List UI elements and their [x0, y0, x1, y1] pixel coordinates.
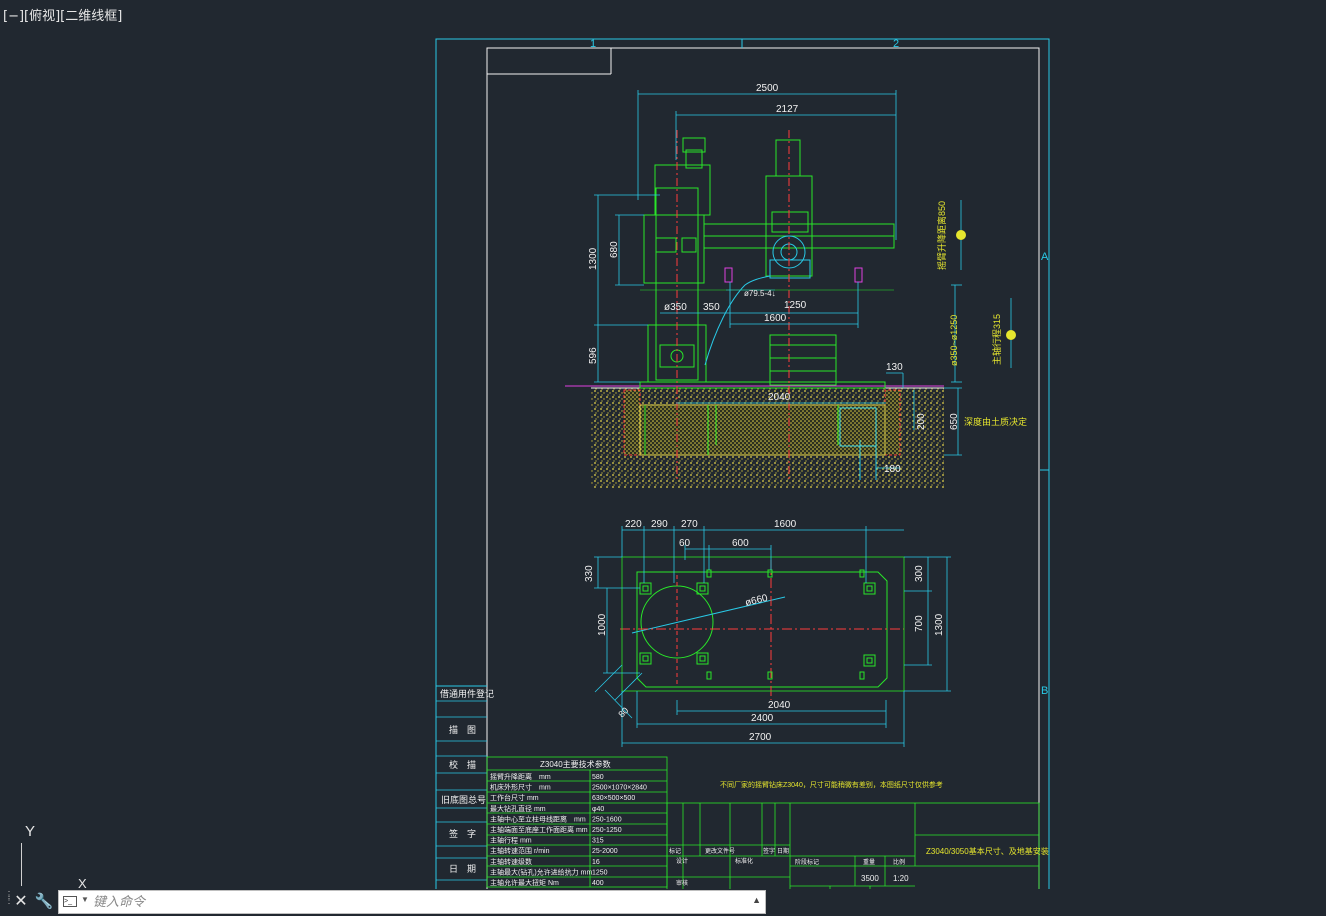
- param-name: 主轴转速级数: [490, 857, 532, 866]
- ucs-y-label: Y: [25, 823, 36, 840]
- dim-1000: 1000: [597, 613, 608, 636]
- dim-1250: 1250: [784, 300, 807, 311]
- note-travel: 主轴行程315: [991, 314, 1002, 365]
- ucs-y-axis: [21, 843, 22, 886]
- tb-scale: 1:20: [893, 874, 909, 883]
- param-value: φ40: [592, 806, 604, 813]
- dim-1300: 1300: [588, 247, 599, 270]
- param-name: 机床外形尺寸 mm: [490, 783, 551, 792]
- tb-biaoji: 标记: [669, 847, 681, 855]
- dim-350: 350: [703, 302, 720, 313]
- dim-680: 680: [609, 241, 620, 258]
- sidebar-label-6: 日 期: [449, 864, 476, 874]
- tb-fenqu: 更改文件号: [705, 847, 735, 855]
- param-name: 摇臂升降距离 mm: [490, 772, 551, 781]
- command-input[interactable]: [93, 892, 733, 912]
- dim-200: 200: [916, 413, 927, 430]
- dim-60: 60: [679, 538, 691, 549]
- dim-220: 220: [625, 519, 642, 530]
- sidebar-label-5: 签 字: [449, 828, 476, 839]
- tb-jieduan: 阶段标记: [795, 858, 819, 866]
- param-name: 主轴最大(钻孔)允许进给抗力 mm: [490, 867, 592, 876]
- param-value: 1250: [592, 869, 608, 876]
- dim-290: 290: [651, 519, 668, 530]
- param-value: 25-2000: [592, 848, 618, 855]
- param-name: 工作台尺寸 mm: [490, 793, 539, 802]
- tb-biaozhunhua: 标准化: [735, 857, 753, 865]
- dim-700: 700: [914, 615, 925, 632]
- param-value: 250-1250: [592, 827, 622, 834]
- dim-80: 80: [616, 705, 630, 719]
- close-icon[interactable]: ✕: [13, 891, 29, 913]
- sidebar-label-3: 校 描: [449, 759, 476, 770]
- tb-title: Z3040/3050基本尺寸、及地基安装: [926, 846, 1049, 856]
- sidebar-label-4: 旧底图总号: [441, 794, 486, 805]
- dim-d350: ø350: [664, 302, 687, 313]
- param-name: 主轴端面至底座工作面距离 mm: [490, 825, 588, 834]
- chevron-down-icon[interactable]: ▼: [81, 895, 89, 904]
- sidebar-label-1: 借通用件登记: [440, 688, 494, 699]
- note-rise: 摇臂升降距离850: [936, 201, 947, 270]
- chevron-up-icon[interactable]: ▲: [752, 895, 761, 905]
- command-line[interactable]: >_ ▼ ▲: [58, 890, 766, 914]
- dim-130: 130: [886, 362, 903, 373]
- param-table-title: Z3040主要技术参数: [540, 759, 611, 769]
- param-name: 主轴转速范围 r/min: [490, 846, 550, 855]
- dim-2127: 2127: [776, 104, 799, 115]
- dim-2400: 2400: [751, 713, 774, 724]
- zone-col-2: 2: [893, 38, 899, 50]
- zone-row-a: A: [1041, 251, 1049, 263]
- tb-sheji: 设计: [676, 857, 688, 865]
- title-block: [666, 802, 1040, 889]
- param-value: 315: [592, 838, 604, 845]
- prompt-icon[interactable]: >_: [63, 896, 77, 907]
- zone-row-b: B: [1041, 685, 1048, 697]
- param-value: 580: [592, 774, 604, 781]
- dim-2700: 2700: [749, 732, 772, 743]
- param-name: 主轴允许最大扭矩 Nm: [490, 878, 559, 887]
- dim-600: 600: [732, 538, 749, 549]
- param-value: 630×500×500: [592, 795, 635, 802]
- dim-plan-2040: 2040: [768, 700, 791, 711]
- command-line-grip[interactable]: ⋮ ⋮: [4, 891, 14, 910]
- dim-180: 180: [884, 464, 901, 475]
- dim-2040: 2040: [768, 392, 791, 403]
- dim-79: ø79.5-4↓: [744, 289, 776, 298]
- dim-plan-1300: 1300: [934, 613, 945, 636]
- param-value: 250-1600: [592, 816, 622, 823]
- wrench-icon[interactable]: 🔧: [33, 891, 55, 913]
- tb-zhongliang: 重量: [863, 858, 875, 866]
- param-value: 16: [592, 859, 600, 866]
- tb-qianzi: 签字: [763, 847, 775, 855]
- drawing-canvas[interactable]: 1 2 A B 2500 2127 1300 680 596 ø350 350 …: [0, 0, 1326, 889]
- tb-shenhe: 审核: [676, 879, 688, 887]
- param-name: 主轴行程 mm: [490, 836, 532, 845]
- dim-650: 650: [949, 413, 960, 430]
- zone-col-1: 1: [590, 38, 596, 50]
- dim-300: 300: [914, 565, 925, 582]
- tb-weight: 3500: [861, 874, 879, 883]
- sidebar-label-2: 描 图: [449, 724, 476, 735]
- dim-660: ø660: [744, 593, 769, 609]
- tb-bili: 比例: [893, 858, 905, 866]
- dim-1600: 1600: [764, 313, 787, 324]
- note-range: ø350~ø1250: [949, 315, 959, 366]
- note-depth: 深度由土质决定: [964, 416, 1027, 427]
- tb-riqi: 日期: [777, 847, 789, 855]
- dim-270: 270: [681, 519, 698, 530]
- general-note: 不同厂家的摇臂钻床Z3040，尺寸可能稍微有差别，本图纸尺寸仅供参考: [720, 780, 943, 789]
- dim-596: 596: [588, 347, 599, 364]
- dim-2500: 2500: [756, 83, 779, 94]
- param-value: 2500×1070×2840: [592, 785, 647, 792]
- param-value: 400: [592, 880, 604, 887]
- dim-plan-1600: 1600: [774, 519, 797, 530]
- param-name: 主轴中心至立柱母线距离 mm: [490, 814, 586, 823]
- param-name: 最大钻孔直径 mm: [490, 804, 546, 813]
- dim-330: 330: [584, 565, 595, 582]
